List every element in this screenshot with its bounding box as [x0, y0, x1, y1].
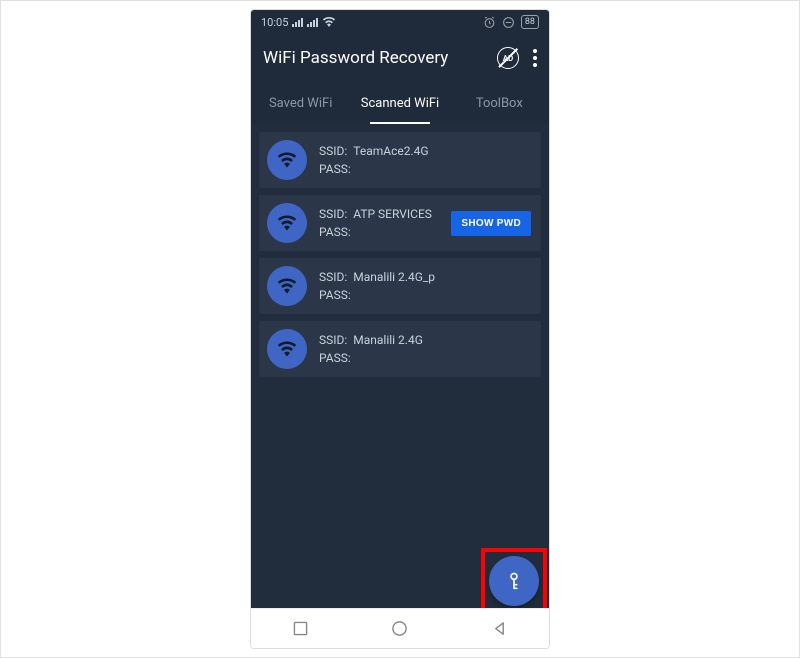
wifi-info: SSID: TeamAce2.4G PASS:: [319, 142, 531, 178]
tab-saved-wifi[interactable]: Saved WiFi: [251, 82, 350, 124]
alarm-icon: [483, 16, 496, 29]
tab-toolbox[interactable]: ToolBox: [450, 82, 549, 124]
wifi-icon: [267, 140, 307, 180]
dnd-icon: [502, 16, 515, 29]
wifi-row[interactable]: SSID: ATP SERVICES PASS: SHOW PWD: [259, 195, 541, 251]
wifi-row[interactable]: SSID: Manalili 2.4G_p PASS:: [259, 258, 541, 314]
wifi-info: SSID: ATP SERVICES PASS:: [319, 205, 439, 241]
ssid-value: ATP SERVICES: [353, 207, 432, 221]
nav-recent-button[interactable]: [292, 620, 310, 638]
show-password-button[interactable]: SHOW PWD: [451, 211, 531, 236]
status-time: 10:05: [261, 16, 288, 29]
ssid-value: Manalili 2.4G_p: [353, 270, 435, 284]
status-bar: 10:05 88: [251, 10, 549, 34]
wifi-status-icon: [322, 17, 336, 27]
wifi-icon: [267, 203, 307, 243]
phone-frame: 10:05 88 WiFi Password Recovery AD Saved…: [250, 9, 550, 649]
content-area: SSID: TeamAce2.4G PASS: SSID: ATP SERVIC…: [251, 124, 549, 608]
wifi-icon: [267, 266, 307, 306]
nav-back-button[interactable]: [490, 620, 508, 638]
tab-bar: Saved WiFi Scanned WiFi ToolBox: [251, 82, 549, 124]
fab-highlight-box: [481, 548, 547, 608]
android-nav-bar: [251, 608, 549, 648]
key-icon: [503, 570, 525, 592]
nav-home-button[interactable]: [391, 620, 409, 638]
wifi-icon: [267, 329, 307, 369]
wifi-info: SSID: Manalili 2.4G_p PASS:: [319, 268, 531, 304]
signal-icon: [307, 18, 318, 27]
no-ads-icon[interactable]: AD: [497, 47, 519, 69]
overflow-menu-icon[interactable]: [533, 49, 537, 67]
ssid-value: TeamAce2.4G: [353, 144, 428, 158]
battery-indicator: 88: [521, 15, 539, 29]
ssid-value: Manalili 2.4G: [353, 333, 423, 347]
tab-scanned-wifi[interactable]: Scanned WiFi: [350, 82, 449, 124]
app-title: WiFi Password Recovery: [263, 48, 448, 68]
app-bar: WiFi Password Recovery AD: [251, 34, 549, 82]
wifi-row[interactable]: SSID: Manalili 2.4G PASS:: [259, 321, 541, 377]
signal-icon: [292, 18, 303, 27]
key-fab-button[interactable]: [489, 556, 539, 606]
wifi-info: SSID: Manalili 2.4G PASS:: [319, 331, 531, 367]
wifi-row[interactable]: SSID: TeamAce2.4G PASS:: [259, 132, 541, 188]
